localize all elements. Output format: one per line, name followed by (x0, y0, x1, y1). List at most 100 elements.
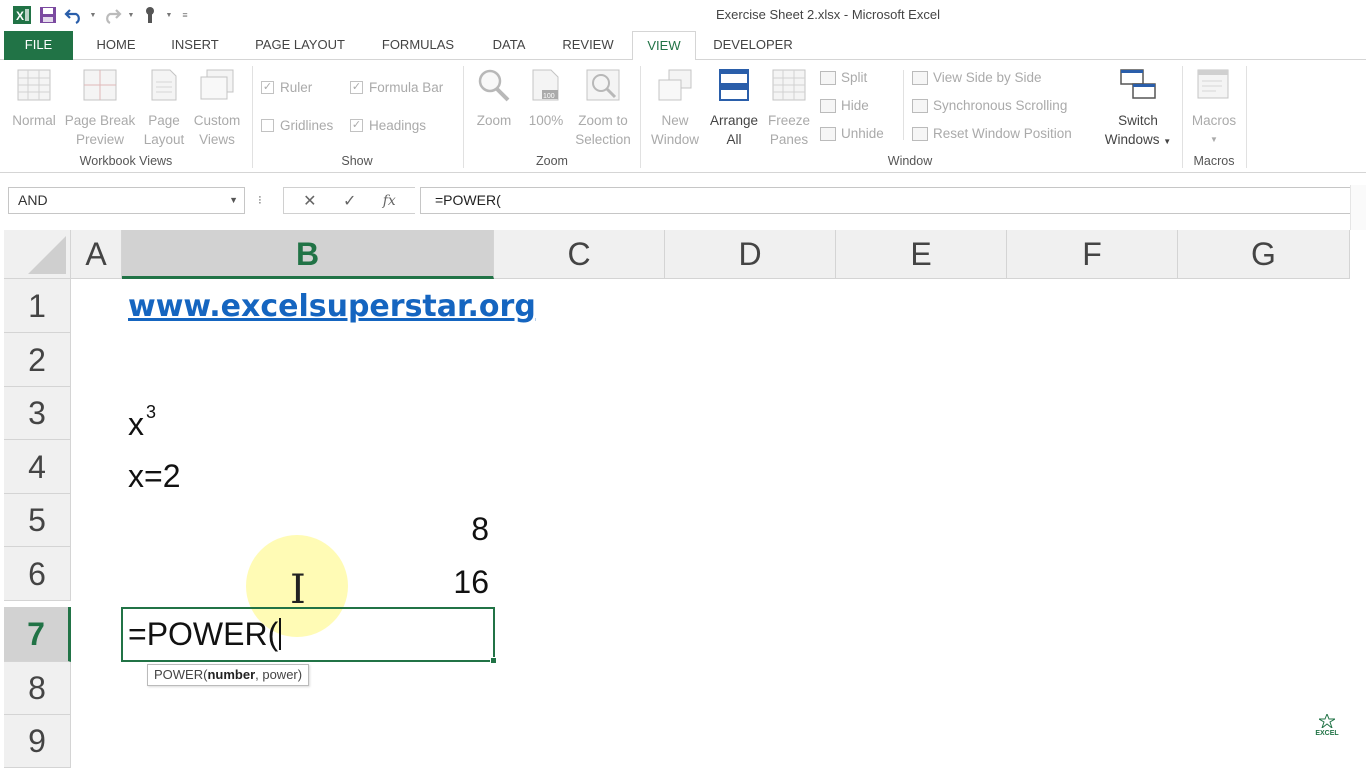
cell-b7-editor[interactable]: =POWER( (128, 616, 282, 653)
zoom-button[interactable]: Zoom (468, 68, 520, 130)
select-all-triangle-icon (28, 236, 66, 274)
switch-windows-dropdown-icon: ▼ (1163, 137, 1172, 146)
function-tooltip[interactable]: POWER(number, power) (147, 664, 310, 686)
tab-file[interactable]: FILE (4, 31, 73, 60)
group-separator (1246, 66, 1247, 168)
freeze-panes-button[interactable]: Freeze Panes (762, 68, 816, 149)
row-header-3[interactable]: 3 (4, 387, 71, 440)
ruler-checkbox[interactable]: ✓ Ruler (261, 80, 312, 95)
tab-insert[interactable]: INSERT (160, 31, 230, 60)
page-layout-view-button[interactable]: Page Layout (138, 68, 190, 149)
row-header-1[interactable]: 1 (4, 279, 71, 333)
macros-icon (1186, 68, 1242, 107)
normal-view-button[interactable]: Normal (8, 68, 60, 130)
page-layout-icon (138, 68, 190, 107)
column-header-a[interactable]: A (71, 230, 122, 279)
worksheet-grid[interactable]: A B C D E F G 1 2 3 4 5 6 7 8 9 www.exce… (0, 230, 1366, 768)
tab-data[interactable]: DATA (478, 31, 540, 60)
row-header-9[interactable]: 9 (4, 715, 71, 768)
group-separator (252, 66, 253, 168)
window-title: Exercise Sheet 2.xlsx - Microsoft Excel (716, 7, 940, 22)
switch-windows-icon (1100, 68, 1176, 107)
row-header-4[interactable]: 4 (4, 440, 71, 494)
insert-function-icon[interactable]: fx (383, 193, 396, 209)
column-header-c[interactable]: C (494, 230, 665, 279)
new-window-button[interactable]: New Window (645, 68, 705, 149)
formula-bar: AND ▼ ⁝ ✕ ✓ fx =POWER( (0, 185, 1366, 218)
tooltip-arg-number[interactable]: number (207, 667, 255, 682)
side-by-side-icon (912, 70, 928, 85)
tab-developer[interactable]: DEVELOPER (704, 31, 802, 60)
cell-b5[interactable]: 8 (300, 511, 489, 548)
tab-view[interactable]: VIEW (632, 31, 696, 61)
cancel-entry-icon[interactable]: ✕ (303, 191, 316, 211)
magnifier-icon (468, 68, 520, 107)
row-header-2[interactable]: 2 (4, 333, 71, 387)
column-header-e[interactable]: E (836, 230, 1007, 279)
cell-b4[interactable]: x=2 (128, 458, 180, 495)
unhide-button[interactable]: Unhide (820, 126, 884, 141)
column-header-d[interactable]: D (665, 230, 836, 279)
ruler-check-icon: ✓ (261, 81, 274, 94)
enter-entry-icon[interactable]: ✓ (343, 191, 356, 211)
split-icon (820, 70, 836, 85)
switch-windows-button[interactable]: Switch Windows ▼ (1100, 68, 1176, 151)
cell-b1-hyperlink[interactable]: www.excelsuperstar.org (128, 289, 536, 324)
inner-separator (903, 70, 904, 140)
formula-input[interactable]: =POWER( (420, 187, 1362, 214)
sync-scroll-icon (912, 98, 928, 113)
name-box-dropdown-icon[interactable]: ▼ (229, 188, 238, 213)
row-header-5[interactable]: 5 (4, 494, 71, 547)
page-break-preview-button[interactable]: Page Break Preview (62, 68, 138, 149)
tab-formulas[interactable]: FORMULAS (368, 31, 468, 60)
zoom-100-icon: 100 (522, 68, 570, 107)
column-header-g[interactable]: G (1178, 230, 1350, 279)
split-button[interactable]: Split (820, 70, 867, 85)
ribbon-tabs: FILE HOME INSERT PAGE LAYOUT FORMULAS DA… (0, 31, 1366, 61)
custom-views-button[interactable]: Custom Views (190, 68, 244, 149)
group-label-macros: Macros (1193, 154, 1235, 168)
zoom-100-button[interactable]: 100 100% (522, 68, 570, 130)
tab-review[interactable]: REVIEW (552, 31, 624, 60)
tab-home[interactable]: HOME (81, 31, 151, 60)
synchronous-scrolling-button[interactable]: Synchronous Scrolling (912, 98, 1067, 113)
reset-window-position-button[interactable]: Reset Window Position (912, 126, 1072, 141)
freeze-panes-icon (762, 68, 816, 107)
ribbon-view: Normal Page Break Preview Page Layout Cu… (0, 60, 1366, 173)
macros-dropdown-icon: ▼ (1210, 135, 1218, 144)
unhide-icon (820, 126, 836, 141)
gridlines-checkbox[interactable]: Gridlines (261, 118, 333, 133)
headings-checkbox[interactable]: ✓ Headings (350, 118, 426, 133)
hide-icon (820, 98, 836, 113)
page-break-preview-icon (62, 68, 138, 107)
group-separator (1182, 66, 1183, 168)
fill-handle[interactable] (490, 657, 497, 664)
gridlines-unchecked-icon (261, 119, 274, 132)
zoom-to-selection-button[interactable]: Zoom to Selection (572, 68, 634, 149)
row-header-6[interactable]: 6 (4, 547, 71, 601)
cell-b3-exponent: 3 (146, 402, 157, 422)
row-header-7[interactable]: 7 (4, 607, 71, 662)
arrange-all-icon (705, 68, 763, 107)
macros-button[interactable]: Macros ▼ (1186, 68, 1242, 149)
group-label-show: Show (341, 154, 373, 168)
row-header-8[interactable]: 8 (4, 662, 71, 715)
formula-bar-checkbox[interactable]: ✓ Formula Bar (350, 80, 443, 95)
cell-b3-base: x (128, 406, 144, 442)
active-cell-b7[interactable]: =POWER( (121, 607, 497, 664)
zoom-selection-icon (572, 68, 634, 107)
cell-b3[interactable]: x3 (128, 402, 156, 443)
formula-bar-check-icon: ✓ (350, 81, 363, 94)
select-all-button[interactable] (4, 230, 71, 279)
custom-views-icon (190, 68, 244, 107)
excel-superstar-logo: EXCEL (1310, 712, 1344, 737)
group-separator (463, 66, 464, 168)
tab-page-layout[interactable]: PAGE LAYOUT (240, 31, 360, 60)
arrange-all-button[interactable]: Arrange All (705, 68, 763, 149)
hide-button[interactable]: Hide (820, 98, 869, 113)
column-header-f[interactable]: F (1007, 230, 1178, 279)
column-header-b[interactable]: B (122, 230, 494, 279)
name-box[interactable]: AND ▼ (8, 187, 245, 214)
formula-bar-grip-icon[interactable]: ⁝ (258, 193, 262, 207)
view-side-by-side-button[interactable]: View Side by Side (912, 70, 1042, 85)
